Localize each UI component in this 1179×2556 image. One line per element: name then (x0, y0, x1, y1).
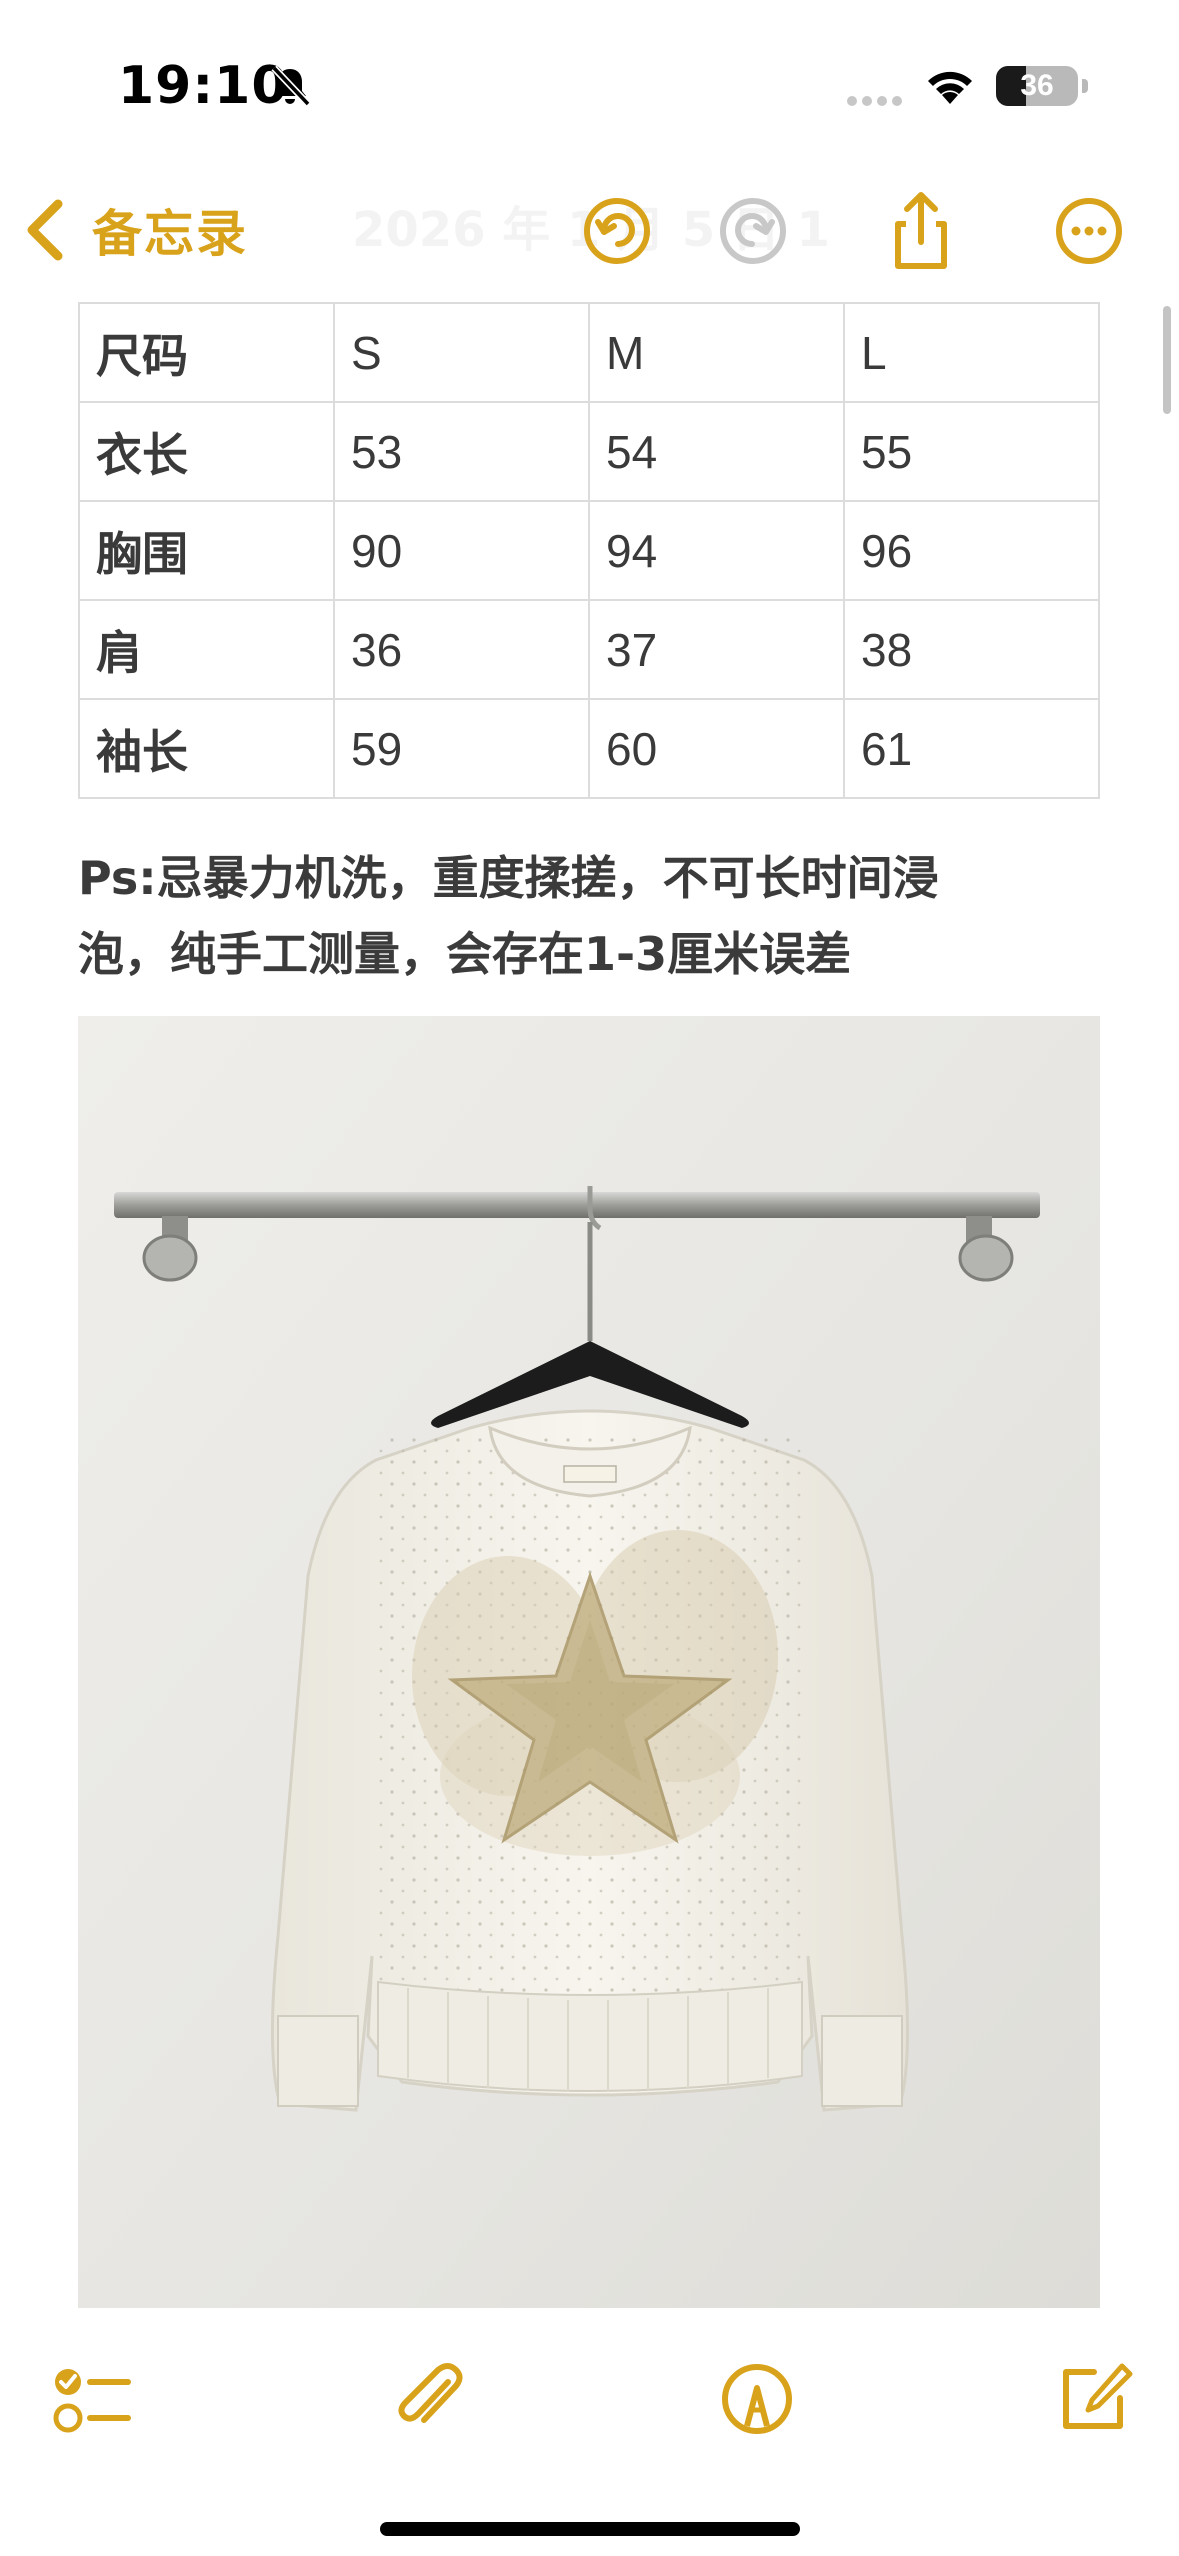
table-cell[interactable]: 肩 (78, 599, 335, 700)
note-text[interactable]: Ps:忌暴力机洗，重度揉搓，不可长时间浸 泡，纯手工测量，会存在1-3厘米误差 (78, 840, 1100, 992)
table-row: 衣长 53 54 55 (78, 401, 1100, 502)
table-cell[interactable]: L (843, 302, 1100, 403)
table-cell[interactable]: 55 (843, 401, 1100, 502)
chevron-left-icon (27, 199, 63, 261)
table-cell[interactable]: S (333, 302, 590, 403)
table-cell[interactable]: 38 (843, 599, 1100, 700)
table-cell[interactable]: 96 (843, 500, 1100, 601)
battery-icon: 36 (996, 66, 1078, 106)
table-row: 肩 36 37 38 (78, 599, 1100, 700)
table-cell[interactable]: 54 (588, 401, 845, 502)
back-button[interactable]: 备忘录 (22, 190, 248, 270)
redo-icon[interactable] (708, 186, 798, 276)
table-cell[interactable]: 37 (588, 599, 845, 700)
note-line: 泡，纯手工测量，会存在1-3厘米误差 (78, 927, 852, 981)
table-cell[interactable]: 尺码 (78, 302, 335, 403)
table-cell[interactable]: 60 (588, 698, 845, 799)
table-row: 袖长 59 60 61 (78, 698, 1100, 799)
table-cell[interactable]: 53 (333, 401, 590, 502)
sweater-photo[interactable] (78, 1016, 1100, 2308)
table-cell[interactable]: 90 (333, 500, 590, 601)
status-bar: 19:10 36 (0, 0, 1179, 160)
table-cell[interactable]: 胸围 (78, 500, 335, 601)
table-cell[interactable]: 36 (333, 599, 590, 700)
table-cell[interactable]: M (588, 302, 845, 403)
table-cell[interactable]: 衣长 (78, 401, 335, 502)
table-cell[interactable]: 59 (333, 698, 590, 799)
wifi-icon (928, 71, 972, 104)
table-cell[interactable]: 61 (843, 698, 1100, 799)
checklist-icon[interactable] (46, 2354, 136, 2444)
home-indicator[interactable] (380, 2522, 800, 2536)
scroll-indicator[interactable] (1163, 306, 1171, 414)
size-table: 尺码 S M L 衣长 53 54 55 胸围 90 94 96 肩 36 37… (78, 302, 1100, 799)
cellular-signal-icon (847, 96, 902, 106)
compose-icon[interactable] (1048, 2354, 1138, 2444)
table-header-row: 尺码 S M L (78, 302, 1100, 403)
bell-slash-icon (271, 65, 311, 107)
battery-cap (1082, 79, 1088, 93)
note-line: Ps:忌暴力机洗，重度揉搓，不可长时间浸 (78, 851, 939, 905)
table-cell[interactable]: 94 (588, 500, 845, 601)
undo-icon[interactable] (572, 186, 662, 276)
nav-bar: 备忘录 2026 年 1 月 5 日 19:10 (0, 160, 1179, 300)
table-cell[interactable]: 袖长 (78, 698, 335, 799)
more-icon[interactable] (1044, 186, 1134, 276)
markup-pen-icon[interactable] (712, 2354, 802, 2444)
table-row: 胸围 90 94 96 (78, 500, 1100, 601)
paperclip-icon[interactable] (384, 2354, 474, 2444)
back-label: 备忘录 (92, 205, 248, 263)
bottom-toolbar (0, 2312, 1179, 2556)
status-time: 19:10 (118, 56, 289, 116)
battery-level: 36 (1020, 69, 1054, 102)
share-icon[interactable] (876, 186, 966, 276)
